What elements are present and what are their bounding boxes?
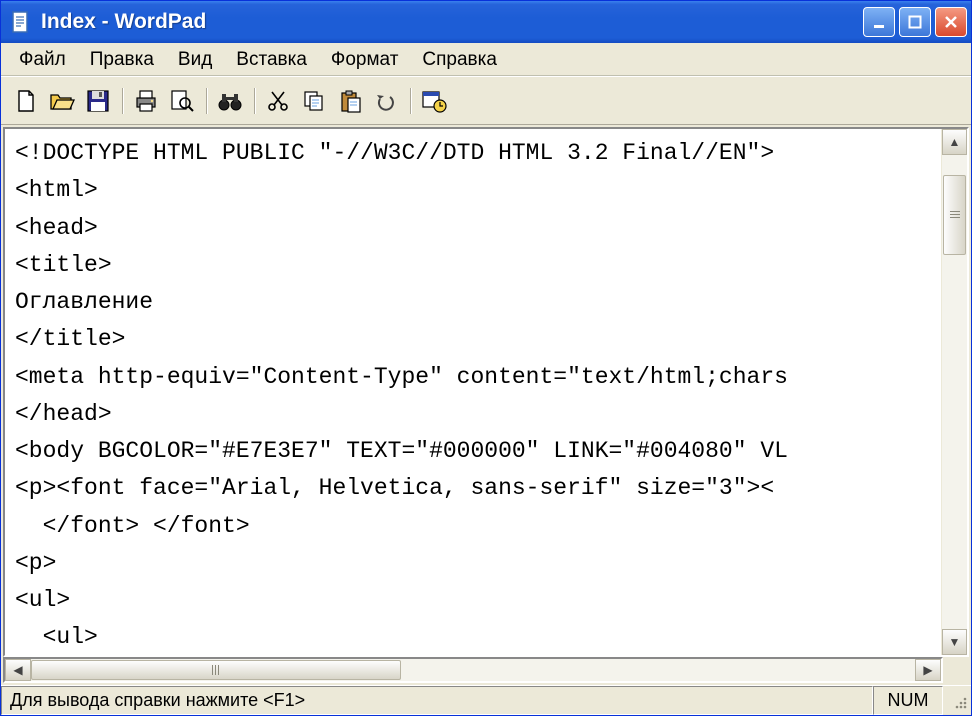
statusbar: Для вывода справки нажмите <F1> NUM [1,685,971,715]
vertical-scrollbar[interactable]: ▲ ▼ [941,129,967,655]
resize-grip[interactable] [943,686,971,715]
window-controls [863,7,967,37]
hscroll-track[interactable] [31,659,915,681]
copy-button[interactable] [297,84,331,118]
save-button[interactable] [81,84,115,118]
menubar: Файл Правка Вид Вставка Формат Справка [1,43,971,77]
menu-insert[interactable]: Вставка [224,46,319,74]
clipboard-icon [338,89,362,113]
datetime-button[interactable] [417,84,451,118]
horizontal-scrollbar[interactable]: ◀ ▶ [3,657,943,683]
toolbar-separator [117,84,127,118]
editor-textarea[interactable]: <!DOCTYPE HTML PUBLIC "-//W3C//DTD HTML … [5,129,941,655]
scroll-up-button[interactable]: ▲ [942,129,967,155]
scroll-left-button[interactable]: ◀ [5,659,31,681]
chevron-down-icon: ▼ [949,635,961,649]
vscroll-track[interactable] [942,155,967,629]
menu-format[interactable]: Формат [319,46,411,74]
find-button[interactable] [213,84,247,118]
printer-icon [133,89,159,113]
toolbar-separator [201,84,211,118]
undo-button[interactable] [369,84,403,118]
print-button[interactable] [129,84,163,118]
scroll-corner [943,657,969,683]
chevron-left-icon: ◀ [13,663,22,677]
menu-edit[interactable]: Правка [78,46,166,74]
chevron-right-icon: ▶ [923,663,932,677]
open-folder-icon [49,89,75,113]
floppy-disk-icon [86,89,110,113]
window-title: Index - WordPad [41,10,863,34]
menu-view[interactable]: Вид [166,46,224,74]
calendar-clock-icon [421,89,447,113]
binoculars-icon [217,89,243,113]
titlebar: Index - WordPad [1,1,971,43]
paste-button[interactable] [333,84,367,118]
minimize-button[interactable] [863,7,895,37]
content-area: <!DOCTYPE HTML PUBLIC "-//W3C//DTD HTML … [1,125,971,685]
menu-help[interactable]: Справка [410,46,509,74]
magnifier-page-icon [169,89,195,113]
close-button[interactable] [935,7,967,37]
toolbar-separator [405,84,415,118]
menu-file[interactable]: Файл [7,46,78,74]
chevron-up-icon: ▲ [949,135,961,149]
undo-icon [374,89,398,113]
scissors-icon [266,89,290,113]
new-button[interactable] [9,84,43,118]
scroll-down-button[interactable]: ▼ [942,629,967,655]
toolbar-separator [249,84,259,118]
maximize-button[interactable] [899,7,931,37]
hscroll-row: ◀ ▶ [3,657,969,683]
hscroll-thumb[interactable] [31,660,401,680]
cut-button[interactable] [261,84,295,118]
copy-icon [302,89,326,113]
toolbar [1,77,971,125]
editor-frame: <!DOCTYPE HTML PUBLIC "-//W3C//DTD HTML … [3,127,969,657]
scroll-right-button[interactable]: ▶ [915,659,941,681]
status-help-text: Для вывода справки нажмите <F1> [1,686,873,715]
wordpad-window: Index - WordPad Файл Правка Вид Вставка … [0,0,972,716]
wordpad-app-icon [9,10,33,34]
open-button[interactable] [45,84,79,118]
new-icon [14,89,38,113]
status-numlock: NUM [873,686,943,715]
vscroll-thumb[interactable] [943,175,966,255]
print-preview-button[interactable] [165,84,199,118]
